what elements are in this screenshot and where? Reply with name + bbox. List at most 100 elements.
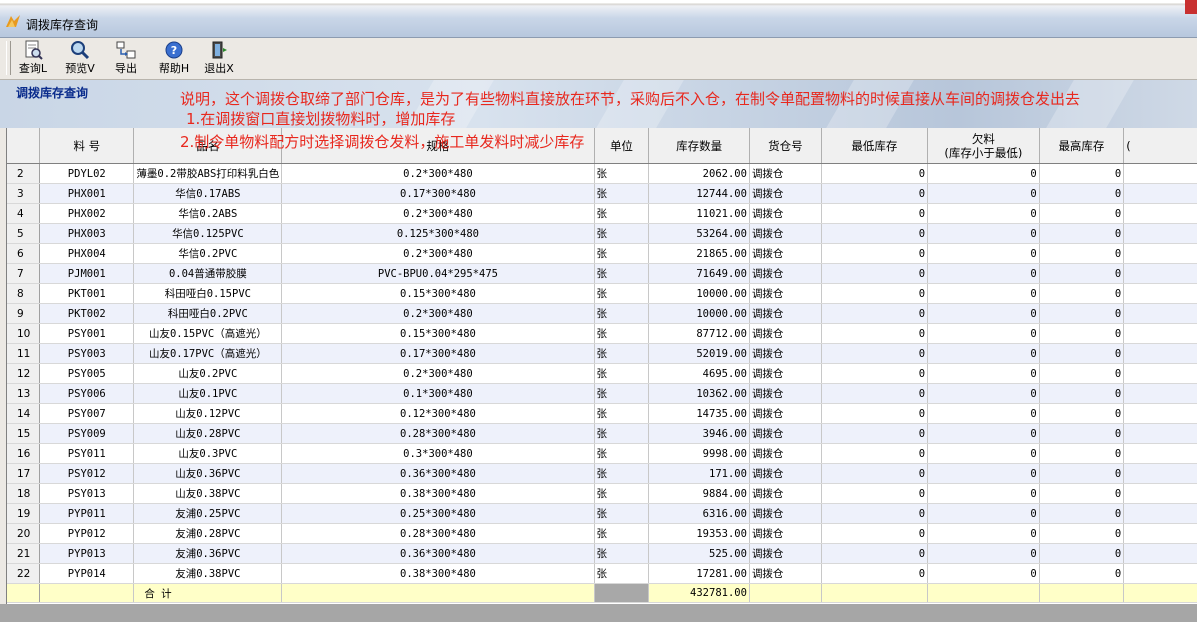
table-row[interactable]: 19 PYP011 友浦0.25PVC 0.25*300*480 张 6316.00 调拨仓… <box>7 503 1197 524</box>
cell-extra[interactable] <box>1123 483 1197 504</box>
cell-qty[interactable]: 3946.00 <box>648 423 750 444</box>
cell-unit[interactable]: 张 <box>594 363 650 384</box>
cell-unit[interactable]: 张 <box>594 383 650 404</box>
cell-warehouse[interactable]: 调拨仓 <box>749 163 822 184</box>
col-owe[interactable]: 欠料 (库存小于最低) <box>927 128 1040 164</box>
cell-spec[interactable]: PVC-BPU0.04*295*475 <box>281 263 595 284</box>
cell-code[interactable]: PSY007 <box>39 403 135 424</box>
cell-max[interactable]: 0 <box>1039 563 1125 584</box>
col-max[interactable]: 最高库存 <box>1039 128 1125 164</box>
cell-name[interactable]: 友浦0.38PVC <box>133 563 283 584</box>
cell-warehouse[interactable]: 调拨仓 <box>749 183 822 204</box>
cell-name[interactable]: 友浦0.25PVC <box>133 503 283 524</box>
cell-code[interactable]: PYP012 <box>39 523 135 544</box>
cell-spec[interactable]: 0.12*300*480 <box>281 403 595 424</box>
cell-code[interactable]: PSY001 <box>39 323 135 344</box>
cell-name[interactable]: 华信0.2PVC <box>133 243 283 264</box>
table-row[interactable]: 13 PSY006 山友0.1PVC 0.1*300*480 张 10362.00 调拨仓 0… <box>7 383 1197 404</box>
cell-unit[interactable]: 张 <box>594 303 650 324</box>
cell-qty[interactable]: 10000.00 <box>648 283 750 304</box>
cell-qty[interactable]: 6316.00 <box>648 503 750 524</box>
cell-owe[interactable]: 0 <box>927 543 1040 564</box>
cell-qty[interactable]: 12744.00 <box>648 183 750 204</box>
cell-max[interactable]: 0 <box>1039 523 1125 544</box>
cell-extra[interactable] <box>1123 163 1197 184</box>
cell-name[interactable]: 科田哑白0.15PVC <box>133 283 283 304</box>
cell-spec[interactable]: 0.2*300*480 <box>281 163 595 184</box>
table-row[interactable]: 21 PYP013 友浦0.36PVC 0.36*300*480 张 525.00 调拨仓 0… <box>7 543 1197 564</box>
cell-extra[interactable] <box>1123 243 1197 264</box>
cell-min[interactable]: 0 <box>821 483 929 504</box>
cell-spec[interactable]: 0.15*300*480 <box>281 323 595 344</box>
cell-qty[interactable]: 52019.00 <box>648 343 750 364</box>
cell-qty[interactable]: 53264.00 <box>648 223 750 244</box>
cell-qty[interactable]: 11021.00 <box>648 203 750 224</box>
cell-min[interactable]: 0 <box>821 523 929 544</box>
cell-unit[interactable]: 张 <box>594 523 650 544</box>
cell-owe[interactable]: 0 <box>927 283 1040 304</box>
cell-unit[interactable]: 张 <box>594 263 650 284</box>
cell-owe[interactable]: 0 <box>927 183 1040 204</box>
query-button[interactable]: 查询L <box>14 40 52 76</box>
cell-warehouse[interactable]: 调拨仓 <box>749 323 822 344</box>
cell-warehouse[interactable]: 调拨仓 <box>749 343 822 364</box>
cell-min[interactable]: 0 <box>821 403 929 424</box>
cell-warehouse[interactable]: 调拨仓 <box>749 263 822 284</box>
cell-unit[interactable]: 张 <box>594 503 650 524</box>
cell-extra[interactable] <box>1123 183 1197 204</box>
cell-min[interactable]: 0 <box>821 383 929 404</box>
cell-name[interactable]: 华信0.2ABS <box>133 203 283 224</box>
cell-name[interactable]: 山友0.17PVC（高遮光） <box>133 343 283 364</box>
cell-warehouse[interactable]: 调拨仓 <box>749 283 822 304</box>
col-qty[interactable]: 库存数量 <box>648 128 750 164</box>
col-unit[interactable]: 单位 <box>594 128 650 164</box>
cell-name[interactable]: 薄墨0.2带胶ABS打印料乳白色 <box>133 163 283 184</box>
cell-max[interactable]: 0 <box>1039 223 1125 244</box>
cell-code[interactable]: PYP013 <box>39 543 135 564</box>
cell-owe[interactable]: 0 <box>927 363 1040 384</box>
cell-name[interactable]: 山友0.38PVC <box>133 483 283 504</box>
cell-warehouse[interactable]: 调拨仓 <box>749 523 822 544</box>
cell-extra[interactable] <box>1123 403 1197 424</box>
cell-code[interactable]: PKT002 <box>39 303 135 324</box>
cell-extra[interactable] <box>1123 443 1197 464</box>
cell-unit[interactable]: 张 <box>594 183 650 204</box>
toolbar-grip[interactable] <box>6 41 11 75</box>
cell-extra[interactable] <box>1123 423 1197 444</box>
cell-owe[interactable]: 0 <box>927 163 1040 184</box>
cell-owe[interactable]: 0 <box>927 343 1040 364</box>
table-row[interactable]: 3 PHX001 华信0.17ABS 0.17*300*480 张 12744.00 调拨仓… <box>7 183 1197 204</box>
cell-spec[interactable]: 0.3*300*480 <box>281 443 595 464</box>
cell-extra[interactable] <box>1123 263 1197 284</box>
cell-qty[interactable]: 525.00 <box>648 543 750 564</box>
cell-owe[interactable]: 0 <box>927 483 1040 504</box>
cell-spec[interactable]: 0.125*300*480 <box>281 223 595 244</box>
cell-warehouse[interactable]: 调拨仓 <box>749 403 822 424</box>
cell-min[interactable]: 0 <box>821 283 929 304</box>
close-corner-icon[interactable] <box>1185 0 1197 14</box>
cell-unit[interactable]: 张 <box>594 563 650 584</box>
cell-min[interactable]: 0 <box>821 563 929 584</box>
table-row[interactable]: 22 PYP014 友浦0.38PVC 0.38*300*480 张 17281.00 调拨… <box>7 563 1197 584</box>
cell-extra[interactable] <box>1123 563 1197 584</box>
table-row[interactable]: 11 PSY003 山友0.17PVC（高遮光） 0.17*300*480 张 52019… <box>7 343 1197 364</box>
cell-code[interactable]: PSY011 <box>39 443 135 464</box>
cell-unit[interactable]: 张 <box>594 463 650 484</box>
cell-max[interactable]: 0 <box>1039 543 1125 564</box>
cell-code[interactable]: PSY009 <box>39 423 135 444</box>
cell-code[interactable]: PHX002 <box>39 203 135 224</box>
table-row[interactable]: 17 PSY012 山友0.36PVC 0.36*300*480 张 171.00 调拨仓 0… <box>7 463 1197 484</box>
cell-unit[interactable]: 张 <box>594 243 650 264</box>
exit-button[interactable]: 退出X <box>200 40 238 76</box>
cell-min[interactable]: 0 <box>821 343 929 364</box>
cell-name[interactable]: 友浦0.28PVC <box>133 523 283 544</box>
cell-spec[interactable]: 0.2*300*480 <box>281 303 595 324</box>
cell-max[interactable]: 0 <box>1039 383 1125 404</box>
cell-code[interactable]: PSY003 <box>39 343 135 364</box>
cell-extra[interactable] <box>1123 343 1197 364</box>
cell-spec[interactable]: 0.2*300*480 <box>281 203 595 224</box>
cell-spec[interactable]: 0.38*300*480 <box>281 483 595 504</box>
cell-name[interactable]: 友浦0.36PVC <box>133 543 283 564</box>
cell-extra[interactable] <box>1123 503 1197 524</box>
col-min[interactable]: 最低库存 <box>821 128 929 164</box>
